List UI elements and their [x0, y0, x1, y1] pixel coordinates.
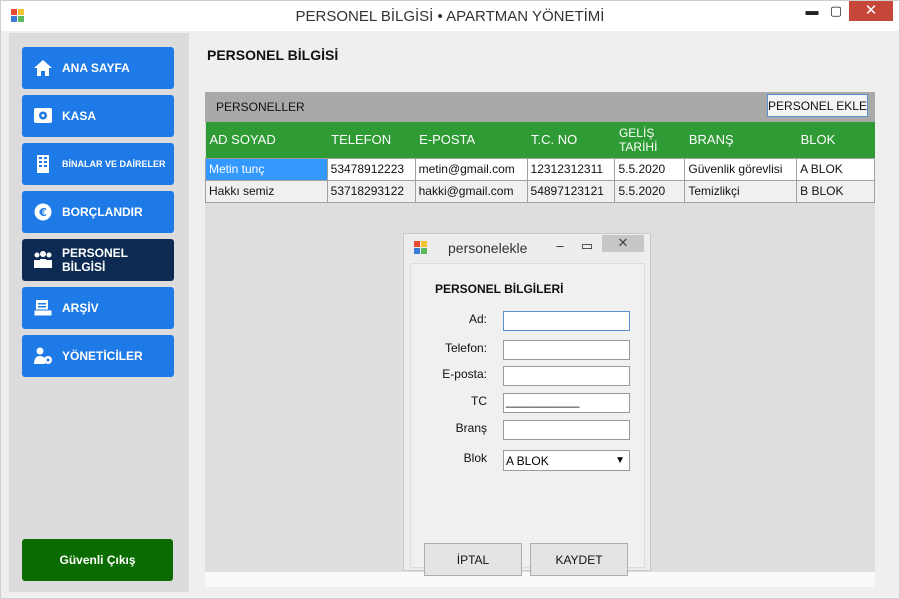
add-personnel-button[interactable]: PERSONEL EKLE	[767, 94, 868, 117]
table-cell[interactable]: 54897123121	[526, 179, 616, 203]
dialog-maximize-button[interactable]: ▭	[575, 236, 599, 258]
label-ad: Ad:	[468, 312, 487, 326]
add-personnel-dialog: personelekle – ▭ ✕ PERSONEL BİLGİLERİ Ad…	[403, 233, 651, 576]
table-cell[interactable]: Temizlikçi	[684, 179, 798, 203]
window-title: PERSONEL BİLGİSİ • APARTMAN YÖNETİMİ	[295, 8, 605, 25]
nav-binalar[interactable]: BİNALAR VE DAİRELER	[22, 143, 174, 185]
archive-icon	[32, 297, 54, 319]
nav-yoneticiler[interactable]: YÖNETİCİLER	[22, 335, 174, 377]
nav-borclandir[interactable]: € BORÇLANDIR	[22, 191, 174, 233]
label-telefon: Telefon:	[444, 341, 487, 355]
nav-label: BORÇLANDIR	[62, 205, 143, 219]
table-cell[interactable]: 5.5.2020	[614, 157, 686, 181]
column-header[interactable]: TELEFON	[327, 122, 416, 158]
dialog-title: personelekle	[448, 240, 528, 256]
dialog-heading: PERSONEL BİLGİLERİ	[435, 282, 564, 296]
title-bar: PERSONEL BİLGİSİ • APARTMAN YÖNETİMİ ▬ ▢…	[1, 1, 899, 31]
nav-label: ARŞİV	[62, 301, 99, 315]
blok-select-value: A BLOK	[506, 454, 549, 468]
table-cell[interactable]: 12312312311	[526, 157, 616, 181]
nav-arsiv[interactable]: ARŞİV	[22, 287, 174, 329]
column-header[interactable]: BRANŞ	[684, 122, 797, 158]
grid-header: PERSONELLER PERSONEL EKLE	[205, 92, 875, 122]
main-window: PERSONEL BİLGİSİ • APARTMAN YÖNETİMİ ▬ ▢…	[0, 0, 900, 599]
sidebar: ANA SAYFA KASA BİNALAR VE DAİRELER € BOR…	[9, 33, 189, 592]
table-row[interactable]: Metin tunç 53478912223 metin@gmail.com 1…	[205, 157, 875, 181]
table-cell[interactable]: B BLOK	[796, 179, 875, 203]
home-icon	[32, 57, 54, 79]
people-icon	[32, 249, 54, 271]
telefon-input[interactable]	[503, 340, 630, 360]
tc-input[interactable]: ___________	[503, 393, 630, 413]
dialog-body: PERSONEL BİLGİLERİ Ad: Telefon: E-posta:…	[410, 263, 645, 576]
nav-label: BİNALAR VE DAİRELER	[62, 159, 166, 169]
table-row[interactable]: Hakkı semiz 53718293122 hakki@gmail.com …	[205, 179, 875, 203]
building-icon	[32, 153, 54, 175]
table-cell[interactable]: A BLOK	[796, 157, 875, 181]
table-header-row: AD SOYAD TELEFON E-POSTA T.C. NO GELİŞ T…	[205, 122, 875, 158]
ad-input[interactable]	[503, 311, 630, 331]
dialog-app-icon	[414, 241, 428, 255]
column-header[interactable]: E-POSTA	[415, 122, 528, 158]
save-button[interactable]: KAYDET	[530, 543, 628, 576]
maximize-button[interactable]: ▢	[821, 1, 851, 23]
table-cell[interactable]: 53478912223	[326, 157, 416, 181]
nav-personel-bilgisi[interactable]: PERSONEL BİLGİSİ	[22, 239, 174, 281]
money-icon: €	[32, 201, 54, 223]
nav-label: PERSONEL BİLGİSİ	[62, 246, 128, 274]
nav-label: ANA SAYFA	[62, 61, 130, 75]
label-eposta: E-posta:	[442, 367, 487, 381]
label-brans: Branş	[455, 421, 487, 435]
eposta-input[interactable]	[503, 366, 630, 386]
close-button[interactable]: ✕	[849, 1, 893, 21]
label-tc: TC	[471, 394, 487, 408]
secure-exit-button[interactable]: Güvenli Çıkış	[22, 539, 173, 581]
admin-icon	[32, 345, 54, 367]
table-cell[interactable]: 5.5.2020	[614, 179, 686, 203]
column-header[interactable]: AD SOYAD	[205, 122, 328, 158]
table-cell[interactable]: metin@gmail.com	[414, 157, 528, 181]
table-cell[interactable]: 53718293122	[326, 179, 416, 203]
dialog-close-button[interactable]: ✕	[602, 235, 644, 252]
nav-label: YÖNETİCİLER	[62, 349, 143, 363]
column-header[interactable]: T.C. NO	[527, 122, 615, 158]
table-cell[interactable]: hakki@gmail.com	[414, 179, 528, 203]
dialog-minimize-button[interactable]: –	[548, 236, 572, 258]
blok-select[interactable]: A BLOK ▼	[503, 450, 630, 471]
svg-text:€: €	[38, 206, 47, 219]
nav-kasa[interactable]: KASA	[22, 95, 174, 137]
table-cell[interactable]: Metin tunç	[205, 157, 328, 181]
personnel-table: AD SOYAD TELEFON E-POSTA T.C. NO GELİŞ T…	[205, 122, 875, 203]
brans-input[interactable]	[503, 420, 630, 440]
cancel-button[interactable]: İPTAL	[424, 543, 522, 576]
grid-label: PERSONELLER	[216, 100, 305, 114]
column-header[interactable]: BLOK	[796, 122, 875, 158]
nav-label: KASA	[62, 109, 97, 123]
dialog-title-bar: personelekle – ▭ ✕	[404, 234, 650, 262]
nav-ana-sayfa[interactable]: ANA SAYFA	[22, 47, 174, 89]
label-blok: Blok	[463, 451, 487, 465]
table-cell[interactable]: Hakkı semiz	[205, 179, 328, 203]
page-title: PERSONEL BİLGİSİ	[207, 47, 339, 63]
chevron-down-icon: ▼	[615, 455, 625, 466]
column-header[interactable]: GELİŞ TARİHİ	[614, 122, 685, 158]
table-cell[interactable]: Güvenlik görevlisi	[684, 157, 798, 181]
safe-icon	[32, 105, 54, 127]
